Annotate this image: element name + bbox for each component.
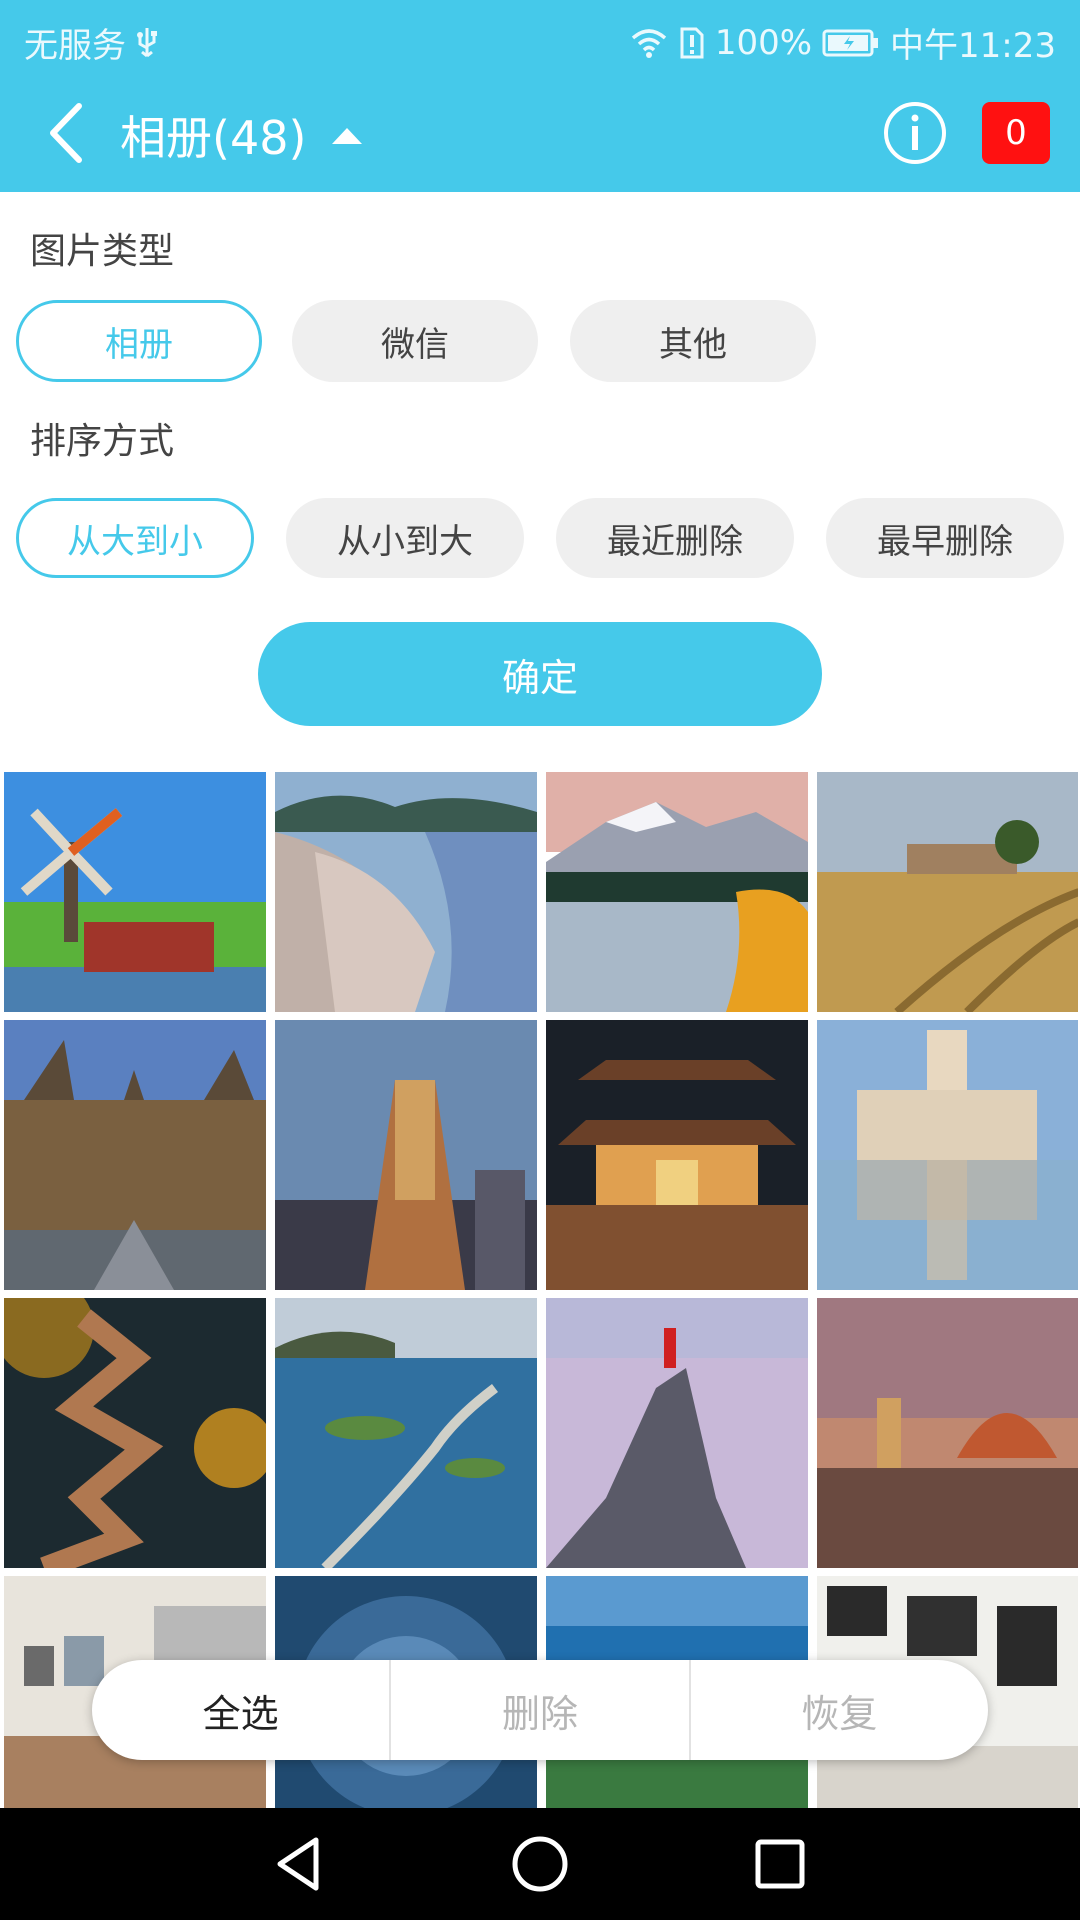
type-chip-other[interactable]: 其他: [570, 300, 816, 382]
type-chip-album[interactable]: 相册: [16, 300, 262, 382]
photo-thumb-old-town-street[interactable]: [4, 1020, 266, 1290]
wifi-icon: [629, 26, 669, 60]
info-icon: [884, 102, 946, 164]
page-title: 相册(48): [120, 111, 307, 165]
usb-icon: [134, 26, 160, 60]
screen: 无服务 100% 中午11:23 相册(48) 0 图片类型 相册 微信 其他 …: [0, 0, 1080, 1920]
nav-back-button[interactable]: [268, 1832, 332, 1896]
photo-thumb-wheat-field[interactable]: [817, 772, 1078, 1012]
sort-chip-earliest-deleted[interactable]: 最早删除: [826, 498, 1064, 578]
circle-home-icon: [512, 1836, 568, 1892]
battery-percent: 100%: [714, 22, 813, 63]
photo-thumb-cliff-hiker[interactable]: [546, 1298, 808, 1568]
type-chip-wechat[interactable]: 微信: [292, 300, 538, 382]
header: 相册(48) 0: [0, 76, 1080, 192]
triangle-up-icon: [332, 128, 363, 144]
photo-thumb-windmill[interactable]: [4, 772, 266, 1012]
delete-button[interactable]: 删除: [391, 1660, 688, 1760]
count-badge[interactable]: 0: [982, 102, 1050, 164]
bottom-action-bar: 全选 删除 恢复: [92, 1660, 988, 1760]
square-recents-icon: [755, 1839, 805, 1889]
photo-thumb-forest-path[interactable]: [4, 1298, 266, 1568]
triangle-back-icon: [277, 1837, 319, 1891]
carrier-text: 无服务: [24, 26, 126, 66]
image-type-label: 图片类型: [30, 231, 175, 272]
confirm-button[interactable]: 确定: [258, 622, 822, 726]
nav-recents-button[interactable]: [748, 1832, 812, 1896]
battery-icon: [822, 28, 880, 58]
sort-chip-small-to-large[interactable]: 从小到大: [286, 498, 524, 578]
photo-thumb-mountain-lake[interactable]: [546, 772, 808, 1012]
album-title-dropdown[interactable]: 相册(48): [120, 102, 363, 168]
photo-thumb-cathedral-dusk[interactable]: [817, 1298, 1078, 1568]
system-nav-bar: [0, 1808, 1080, 1920]
clock: 中午11:23: [890, 26, 1056, 66]
photo-thumb-chinese-temple[interactable]: [546, 1020, 808, 1290]
back-button[interactable]: [30, 98, 100, 168]
photo-thumb-ocean-road[interactable]: [275, 1298, 537, 1568]
photo-grid: [4, 772, 1078, 1808]
photo-thumb-palace-reflection[interactable]: [817, 1020, 1078, 1290]
nav-home-button[interactable]: [508, 1832, 572, 1896]
restore-button[interactable]: 恢复: [691, 1660, 988, 1760]
photo-thumb-city-tower[interactable]: [275, 1020, 537, 1290]
sort-chip-large-to-small[interactable]: 从大到小: [16, 498, 254, 578]
sort-order-label: 排序方式: [30, 421, 175, 462]
photo-thumb-harbor-town[interactable]: [275, 772, 537, 1012]
status-bar: 无服务 100% 中午11:23: [0, 0, 1080, 76]
info-button[interactable]: [882, 100, 948, 166]
select-all-button[interactable]: 全选: [92, 1660, 389, 1760]
sim-alert-icon: [679, 26, 705, 60]
chevron-left-icon: [50, 103, 82, 163]
sort-chip-recently-deleted[interactable]: 最近删除: [556, 498, 794, 578]
